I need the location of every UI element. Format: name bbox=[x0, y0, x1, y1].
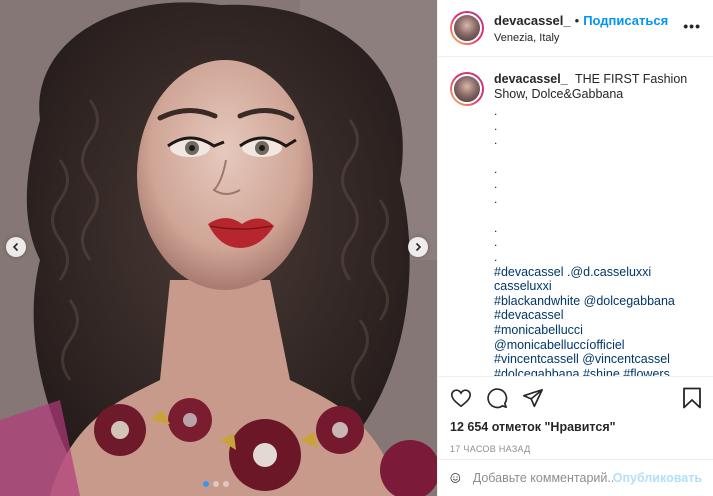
author-avatar[interactable] bbox=[450, 11, 484, 45]
caption-dot-line: . bbox=[494, 249, 498, 264]
post-timestamp[interactable]: 17 часов назад bbox=[450, 444, 702, 454]
caption-dot-line: . bbox=[494, 220, 498, 235]
author-username[interactable]: devacassel_ bbox=[494, 13, 571, 28]
hashtag-line[interactable]: #devacassel bbox=[494, 308, 564, 322]
post-photo[interactable] bbox=[0, 0, 437, 496]
comment-input[interactable] bbox=[472, 471, 613, 485]
share-icon[interactable] bbox=[522, 387, 544, 409]
caption-dot-line bbox=[494, 206, 702, 221]
hashtag-line[interactable]: #devacassel .@d.casseluxxi casseluxxi bbox=[494, 265, 651, 294]
caption-dot-line: . bbox=[494, 104, 498, 118]
publish-button[interactable]: Опубликовать bbox=[613, 471, 702, 485]
separator-dot: • bbox=[574, 12, 580, 28]
portrait-image bbox=[0, 0, 437, 496]
likes-count[interactable]: 12 654 отметок "Нравится" bbox=[450, 420, 702, 434]
caption-dot-line bbox=[494, 148, 702, 163]
chevron-left-icon bbox=[12, 242, 19, 252]
carousel-indicator bbox=[203, 481, 229, 487]
caption-author-avatar[interactable] bbox=[450, 72, 484, 106]
carousel-dot bbox=[223, 481, 229, 487]
bookmark-icon[interactable] bbox=[682, 387, 702, 409]
previous-slide-button[interactable] bbox=[6, 237, 26, 257]
caption-dot-line: . bbox=[494, 191, 498, 206]
post-header: devacassel_ • Подписаться Venezia, Italy… bbox=[438, 0, 713, 57]
caption: devacassel_ THE FIRST Fashion Show, Dolc… bbox=[450, 72, 702, 376]
post-actions: 12 654 отметок "Нравится" 17 часов назад bbox=[438, 376, 713, 454]
more-options-icon[interactable]: ••• bbox=[683, 18, 701, 34]
emoji-icon[interactable] bbox=[450, 467, 461, 489]
caption-dot-line: . bbox=[494, 118, 498, 133]
hashtag-line[interactable]: @monicabelluccíofficiel bbox=[494, 338, 625, 352]
carousel-dot bbox=[213, 481, 219, 487]
post-sidebar: devacassel_ • Подписаться Venezia, Italy… bbox=[437, 0, 713, 496]
caption-dot-line: . bbox=[494, 176, 498, 191]
chevron-right-icon bbox=[415, 242, 422, 252]
hashtag-line[interactable]: #vincentcassell @vincentcassel bbox=[494, 352, 670, 366]
post-location[interactable]: Venezia, Italy bbox=[494, 32, 668, 44]
next-slide-button[interactable] bbox=[408, 237, 428, 257]
caption-dot-line: . bbox=[494, 133, 498, 148]
caption-author-username[interactable]: devacassel_ bbox=[494, 72, 568, 86]
hashtag-line[interactable]: #blackandwhite @dolcegabbana bbox=[494, 294, 675, 308]
carousel-dot bbox=[203, 481, 209, 487]
hashtag-line[interactable]: #dolcegabbana #shine #flowers bbox=[494, 367, 670, 376]
heart-icon[interactable] bbox=[450, 387, 472, 409]
hashtag-line[interactable]: #monicabellucci bbox=[494, 323, 583, 337]
comment-icon[interactable] bbox=[486, 387, 508, 409]
caption-dot-lines: ... ... ... bbox=[494, 104, 702, 265]
comments-section[interactable]: devacassel_ THE FIRST Fashion Show, Dolc… bbox=[438, 58, 713, 376]
add-comment-bar: Опубликовать bbox=[438, 459, 713, 496]
caption-hashtags: #devacassel .@d.casseluxxi casseluxxi #bl… bbox=[494, 265, 702, 376]
caption-dot-line: . bbox=[494, 162, 498, 177]
follow-button[interactable]: Подписаться bbox=[583, 13, 668, 28]
caption-dot-line: . bbox=[494, 235, 498, 250]
